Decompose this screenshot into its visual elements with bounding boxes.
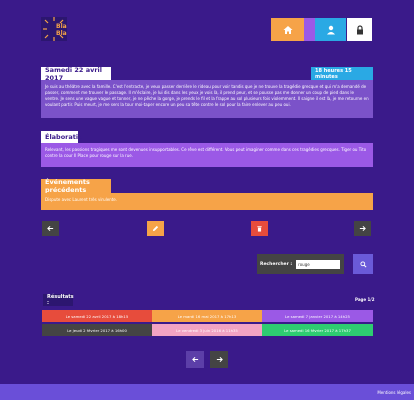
search-input[interactable]: rouge [296,259,341,269]
sun-logo-icon: Bla Bla [43,17,67,41]
search-label: Rechercher : [260,261,293,267]
next-entry-button[interactable] [354,221,371,236]
lock-icon [356,24,363,34]
nav-lock-button[interactable] [347,18,372,41]
entry-time-badge: 18 heures 15 minutes [311,67,373,80]
previous-events-panel: Dispute avec Laurent très virulente. [41,193,373,210]
logo[interactable]: Bla Bla [41,17,67,41]
edit-entry-button[interactable] [147,221,164,236]
entry-text: Je suis au théâtre avec la famille. C'es… [45,84,369,107]
pager-next-button[interactable] [210,351,228,368]
delete-entry-button[interactable] [251,221,268,236]
elaboration-title: Élaboration [41,131,87,143]
result-cell[interactable]: Le mardi 16 mai 2017 à 17h13 [152,310,262,322]
results-table: Le samedi 22 avril 2017 à 18h15 Le mardi… [42,310,373,336]
logo-text-top: Bla [56,23,67,30]
footer: Mentions légales [0,384,414,400]
previous-events-text: Dispute avec Laurent très virulente. [45,197,118,202]
arrow-right-icon [216,356,223,363]
logo-text-bottom: Bla [56,30,67,37]
table-row: Le jeudi 2 février 2017 à 16h00 Le vendr… [42,324,373,336]
result-cell[interactable]: Le samedi 7 janvier 2017 à 14h25 [262,310,373,322]
previous-entry-button[interactable] [42,221,59,236]
table-row: Le samedi 22 avril 2017 à 18h15 Le mardi… [42,310,373,322]
result-cell[interactable]: Le samedi 22 avril 2017 à 18h15 [42,310,152,322]
arrow-left-icon [191,356,198,363]
pager-prev-button[interactable] [186,351,204,368]
search-icon [359,260,366,267]
results-page: Page 1/2 [355,297,375,302]
arrow-left-icon [47,225,54,232]
nav-home-button[interactable] [271,18,304,41]
result-cell[interactable]: Le jeudi 2 février 2017 à 16h00 [42,324,152,336]
legal-notice-link[interactable]: Mentions légales [377,390,411,395]
home-icon [283,25,292,34]
search-button[interactable] [353,254,373,274]
search-bar: Rechercher : rouge [257,254,344,274]
result-cell[interactable]: Le vendredi 3 juin 2016 à 11h35 [152,324,262,336]
previous-events-title: Événements précédents [41,178,111,194]
result-cell[interactable]: Le samedi 16 février 2017 à 17h37 [262,324,373,336]
elaboration-panel: Relevant, les passions tragiques me sont… [41,143,373,167]
user-icon [326,25,335,34]
arrow-right-icon [359,225,366,232]
elaboration-text: Relevant, les passions tragiques me sont… [45,147,367,158]
nav-user-button[interactable] [315,18,346,41]
results-title: Résultats : [43,294,74,306]
pencil-icon [152,225,159,232]
trash-icon [257,226,262,232]
entry-date: Samedi 22 avril 2017 [41,66,111,82]
entry-panel: Je suis au théâtre avec la famille. C'es… [41,80,373,118]
